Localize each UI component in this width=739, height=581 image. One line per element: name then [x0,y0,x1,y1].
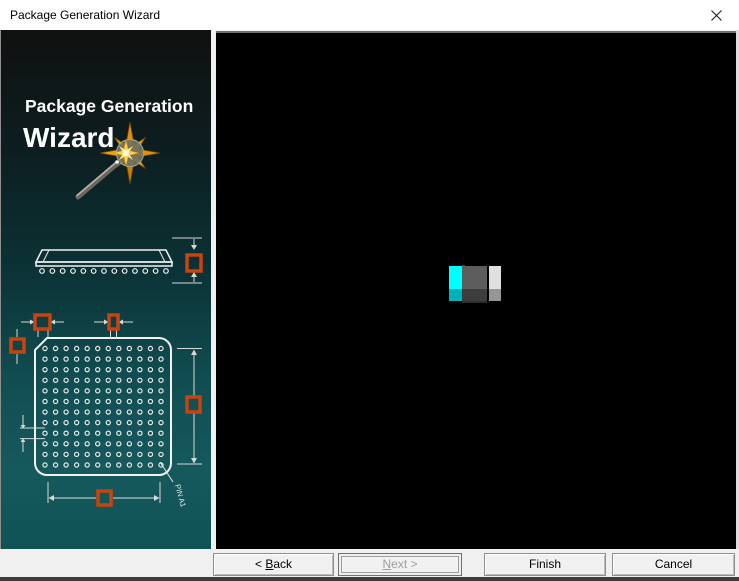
package-generation-wizard-dialog: Package Generation Wizard [0,0,739,581]
next-button[interactable]: Next > [338,553,462,576]
back-button[interactable]: < Back [213,553,334,576]
drag-handle [109,315,118,329]
footprint-preview [449,265,502,304]
titlebar: Package Generation Wizard [0,0,739,30]
finish-button[interactable]: Finish [484,553,606,576]
wizard-sidebar: PIN A1 Package Generation Wizard [1,30,211,549]
design-canvas-viewport[interactable] [216,31,736,549]
preview-block [489,266,501,289]
preview-block [449,266,462,289]
package-side-view [36,250,172,273]
preview-block [462,266,487,289]
window-bottom-border [0,577,739,581]
close-button[interactable] [694,0,739,30]
cancel-button[interactable]: Cancel [612,553,735,576]
drag-handle [11,339,24,352]
wizard-button-bar: < Back Next > Finish Cancel [0,549,739,577]
pin-a1-label: PIN A1 [173,483,188,508]
bga-top-view: PIN A1 [11,315,202,508]
window-title: Package Generation Wizard [10,0,160,30]
preview-block [449,289,462,301]
drag-handle [187,397,200,412]
sidebar-heading-line1: Package Generation [25,96,193,117]
window-left-border [0,30,1,577]
sidebar-heading-line2: Wizard [23,122,115,154]
drag-handle [98,491,111,505]
side-view-dimension [172,238,202,283]
preview-block [462,301,487,303]
preview-block [462,289,487,301]
drag-handle [187,255,201,271]
drag-handle [35,315,50,329]
preview-block [489,289,501,301]
close-icon [711,10,722,21]
